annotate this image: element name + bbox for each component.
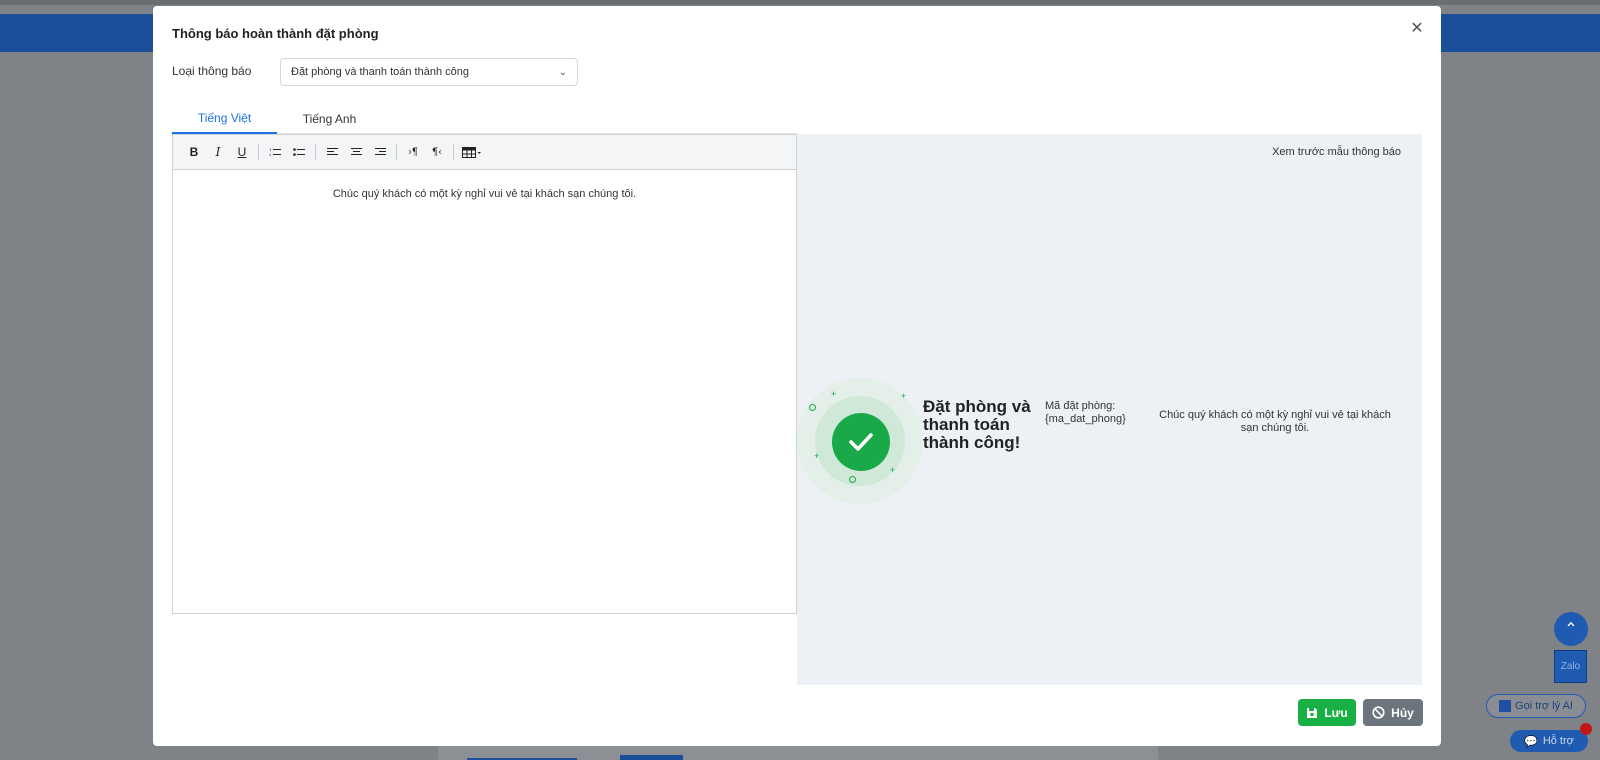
- tab-vietnamese[interactable]: Tiếng Việt: [172, 104, 277, 134]
- align-left-icon: [326, 148, 338, 155]
- preview-label: Xem trước mẫu thông báo: [1272, 146, 1401, 158]
- ordered-list-icon: 12: [269, 147, 281, 157]
- check-circle-icon: [832, 413, 890, 471]
- unordered-list-icon: [293, 148, 305, 156]
- preview-message: Chúc quý khách có một kỳ nghỉ vui vẻ tại…: [1159, 409, 1391, 434]
- notification-type-select[interactable]: Đặt phòng và thanh toán thành công ⌄: [280, 58, 578, 86]
- align-right-button[interactable]: [369, 141, 391, 163]
- toolbar-divider: [258, 144, 259, 160]
- booking-code: Mã đặt phòng: {ma_dat_phong}: [1045, 400, 1126, 426]
- align-center-icon: [350, 148, 362, 155]
- cancel-button[interactable]: Hủy: [1363, 699, 1423, 726]
- sparkle-icon: +: [814, 451, 820, 461]
- notification-preview: Xem trước mẫu thông báo + + + + Đặt phòn…: [797, 134, 1422, 685]
- chat-bubble-icon: 💬: [1524, 735, 1538, 748]
- success-title: Đặt phòng và thanh toán thành công!: [923, 397, 1031, 452]
- table-icon: [462, 146, 481, 158]
- notification-type-value: Đặt phòng và thanh toán thành công: [291, 66, 469, 78]
- background-tab-indicator: [620, 755, 683, 760]
- table-button[interactable]: [459, 141, 485, 163]
- rtl-button[interactable]: ¶‹: [426, 141, 448, 163]
- align-center-button[interactable]: [345, 141, 367, 163]
- unordered-list-button[interactable]: [288, 141, 310, 163]
- rich-text-editor: B I U 12 ›¶ ¶‹ Chúc quý khách có một kỳ …: [172, 134, 797, 614]
- tab-english[interactable]: Tiếng Anh: [277, 104, 382, 134]
- sparkle-icon: [849, 476, 856, 483]
- chevron-down-icon: ⌄: [558, 66, 567, 78]
- toolbar-divider: [396, 144, 397, 160]
- ltr-button[interactable]: ›¶: [402, 141, 424, 163]
- sparkle-icon: +: [831, 389, 837, 399]
- notification-dot: [1580, 723, 1592, 735]
- save-button[interactable]: Lưu: [1298, 699, 1356, 726]
- sparkle-icon: [809, 404, 816, 411]
- booking-code-label: Mã đặt phòng:: [1045, 400, 1116, 412]
- bold-button[interactable]: B: [183, 141, 205, 163]
- language-tabs: Tiếng Việt Tiếng Anh: [172, 104, 797, 134]
- close-icon: ✕: [1410, 20, 1424, 37]
- italic-icon: I: [215, 145, 221, 159]
- rtl-icon: ¶‹: [431, 146, 443, 158]
- editor-toolbar: B I U 12 ›¶ ¶‹: [173, 135, 796, 170]
- italic-button[interactable]: I: [207, 141, 229, 163]
- ltr-icon: ›¶: [407, 146, 419, 158]
- ai-assistant-label: Gọi trợ lý AI: [1515, 700, 1573, 712]
- background-top-bar: [0, 0, 1600, 5]
- ai-assistant-button[interactable]: Gọi trợ lý AI: [1486, 694, 1586, 718]
- close-button[interactable]: ✕: [1407, 18, 1427, 38]
- ban-icon: [1372, 706, 1385, 719]
- sparkle-icon: +: [901, 391, 907, 401]
- underline-icon: U: [237, 145, 247, 159]
- success-illustration: + + + +: [797, 378, 923, 504]
- help-button[interactable]: 💬 Hỗ trợ: [1510, 723, 1592, 752]
- booking-code-value: {ma_dat_phong}: [1045, 413, 1126, 425]
- zalo-button[interactable]: Zalo: [1554, 650, 1587, 683]
- notification-type-label: Loại thông báo: [172, 64, 252, 78]
- zalo-label: Zalo: [1560, 661, 1581, 672]
- align-left-button[interactable]: [321, 141, 343, 163]
- help-label: Hỗ trợ: [1542, 735, 1574, 747]
- floppy-disk-icon: [1307, 707, 1318, 718]
- underline-button[interactable]: U: [231, 141, 253, 163]
- toolbar-divider: [315, 144, 316, 160]
- bold-icon: B: [189, 145, 199, 159]
- align-right-icon: [374, 148, 386, 155]
- scroll-top-button[interactable]: ⌃: [1554, 612, 1588, 646]
- cancel-label: Hủy: [1391, 705, 1414, 720]
- ordered-list-button[interactable]: 12: [264, 141, 286, 163]
- notification-modal: Thông báo hoàn thành đặt phòng ✕ Loại th…: [153, 6, 1441, 746]
- editor-content[interactable]: Chúc quý khách có một kỳ nghỉ vui vẻ tại…: [173, 170, 796, 200]
- toolbar-divider: [453, 144, 454, 160]
- sparkle-icon: +: [890, 465, 896, 475]
- modal-title: Thông báo hoàn thành đặt phòng: [172, 26, 379, 41]
- svg-text:2: 2: [269, 152, 272, 157]
- chevron-up-icon: ⌃: [1564, 621, 1578, 638]
- ai-icon: [1499, 700, 1512, 712]
- save-label: Lưu: [1324, 705, 1348, 720]
